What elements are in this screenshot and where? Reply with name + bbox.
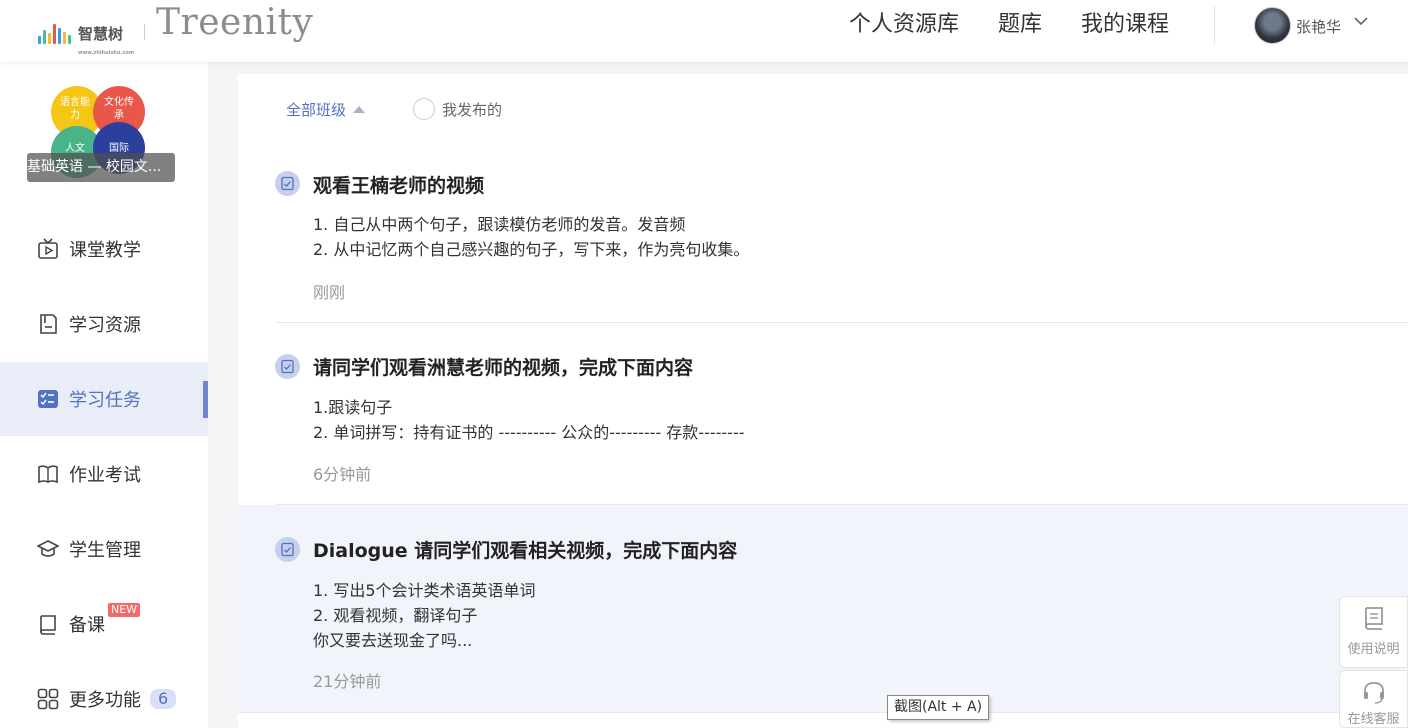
sidebar-item-students[interactable]: 学生管理 <box>0 512 208 586</box>
task-desc-line: 2. 从中记忆两个自己感兴趣的句子，写下来，作为亮句收集。 <box>313 240 750 259</box>
grid-icon <box>36 688 59 711</box>
sidebar-item-label: 学习任务 <box>69 390 141 411</box>
treenity-brand[interactable]: Treenity <box>156 2 313 43</box>
task-desc-line: 1.跟读句子 <box>313 398 393 417</box>
course-bubble-text: 文化传承 <box>104 97 134 121</box>
task-doc-icon <box>275 171 300 196</box>
document-icon <box>36 313 59 336</box>
top-nav: 个人资源库 题库 我的课程 <box>849 11 1208 39</box>
sidebar-item-label: 更多功能 <box>69 690 141 711</box>
user-avatar[interactable] <box>1254 7 1291 44</box>
task-desc-line: 1. 写出5个会计类术语英语单词 <box>313 581 536 600</box>
course-bubble-text: 语言能力 <box>60 97 90 121</box>
task-item[interactable]: 观看王楠老师的视频 1. 自己从中两个句子，跟读模仿老师的发音。发音频 2. 从… <box>275 148 1408 323</box>
task-list-icon <box>36 388 59 411</box>
more-count-badge: 6 <box>150 689 177 709</box>
open-book-icon <box>36 463 59 486</box>
top-header: 智慧树 www.zhihuishu.com Treenity 个人资源库 题库 我… <box>0 0 1408 62</box>
sidebar-item-label: 学习资源 <box>69 315 141 336</box>
filter-all-classes-label: 全部班级 <box>286 100 347 119</box>
task-desc-line: 2. 观看视频，翻译句子 <box>313 606 478 625</box>
book-icon <box>36 613 59 636</box>
task-description: 1. 写出5个会计类术语英语单词 2. 观看视频，翻译句子 你又要去送现金了吗.… <box>313 578 536 653</box>
course-name: 基础英语 — 校园文... <box>27 153 175 182</box>
task-time: 21分钟前 <box>313 672 382 691</box>
video-play-icon <box>36 238 59 261</box>
sidebar-item-label: 作业考试 <box>69 465 141 486</box>
task-desc-line: 1. 自己从中两个句子，跟读模仿老师的发音。发音频 <box>313 215 686 234</box>
sidebar-item-resources[interactable]: 学习资源 <box>0 287 208 361</box>
sidebar-item-more[interactable]: 更多功能 6 <box>0 662 208 728</box>
nav-personal-library[interactable]: 个人资源库 <box>849 11 959 39</box>
task-item[interactable]: Dialogue 请同学们观看相关视频，完成下面内容 1. 写出5个会计类术语英… <box>238 505 1408 713</box>
task-time: 6分钟前 <box>313 465 372 484</box>
manual-label: 使用说明 <box>1347 642 1400 657</box>
graduation-cap-icon <box>36 538 59 561</box>
task-doc-icon <box>275 354 300 379</box>
new-badge: NEW <box>108 603 141 617</box>
caret-up-icon <box>353 105 366 113</box>
chevron-down-icon[interactable] <box>1352 14 1370 28</box>
filter-all-classes[interactable]: 全部班级 <box>286 99 366 120</box>
sidebar-item-label: 备课 <box>69 615 105 636</box>
task-item[interactable]: 请同学们观看洲慧老师的视频，完成下面内容 1.跟读句子 2. 单词拼写：持有证书… <box>275 323 1408 505</box>
sidebar: 语言能力 文化传承 人文 国际 基础英语 — 校园文... 课堂教学 学习资源 … <box>0 62 208 728</box>
sidebar-item-classroom[interactable]: 课堂教学 <box>0 212 208 286</box>
task-title[interactable]: Dialogue 请同学们观看相关视频，完成下面内容 <box>313 536 737 563</box>
manual-book-icon <box>1364 607 1383 630</box>
task-list-panel: 全部班级 我发布的 观看王楠老师的视频 1. 自己从中两个句子，跟读模仿老师的发… <box>238 74 1408 728</box>
nav-my-courses[interactable]: 我的课程 <box>1081 11 1169 39</box>
zhihuishu-logo[interactable]: 智慧树 www.zhihuishu.com <box>38 20 134 56</box>
logo-url: www.zhihuishu.com <box>78 50 135 56</box>
task-filters: 全部班级 我发布的 <box>286 98 502 120</box>
task-desc-line: 你又要去送现金了吗... <box>313 631 473 650</box>
online-service-widget[interactable]: 在线客服 <box>1339 670 1408 728</box>
task-doc-icon <box>275 537 300 562</box>
filter-mine-label: 我发布的 <box>442 100 503 119</box>
sidebar-item-tasks[interactable]: 学习任务 <box>0 362 208 436</box>
sidebar-item-label: 学生管理 <box>69 540 141 561</box>
task-time: 刚刚 <box>313 283 346 302</box>
task-description: 1.跟读句子 2. 单词拼写：持有证书的 ---------- 公众的-----… <box>313 395 745 445</box>
user-name[interactable]: 张艳华 <box>1296 16 1341 37</box>
task-description: 1. 自己从中两个句子，跟读模仿老师的发音。发音频 2. 从中记忆两个自己感兴趣… <box>313 212 749 262</box>
service-label: 在线客服 <box>1347 712 1400 727</box>
user-manual-widget[interactable]: 使用说明 <box>1339 596 1408 668</box>
logo-divider <box>144 24 145 40</box>
course-cover[interactable]: 语言能力 文化传承 人文 国际 基础英语 — 校园文... <box>27 82 175 184</box>
logo-text: 智慧树 www.zhihuishu.com <box>78 24 134 56</box>
headset-icon <box>1363 682 1384 704</box>
radio-button[interactable] <box>413 98 436 120</box>
screenshot-tooltip: 截图(Alt + A) <box>887 695 990 720</box>
sidebar-item-label: 课堂教学 <box>69 240 141 261</box>
task-desc-line: 2. 单词拼写：持有证书的 ---------- 公众的--------- 存款… <box>313 423 745 442</box>
task-title[interactable]: 请同学们观看洲慧老师的视频，完成下面内容 <box>313 353 693 380</box>
nav-question-bank[interactable]: 题库 <box>998 11 1042 39</box>
sidebar-item-lesson-prep[interactable]: 备课 NEW <box>0 587 208 661</box>
sidebar-item-homework-exam[interactable]: 作业考试 <box>0 437 208 511</box>
filter-published-by-me[interactable]: 我发布的 <box>413 98 502 120</box>
header-separator <box>1214 6 1215 44</box>
task-title[interactable]: 观看王楠老师的视频 <box>313 171 484 198</box>
logo-bars-icon <box>38 22 71 44</box>
